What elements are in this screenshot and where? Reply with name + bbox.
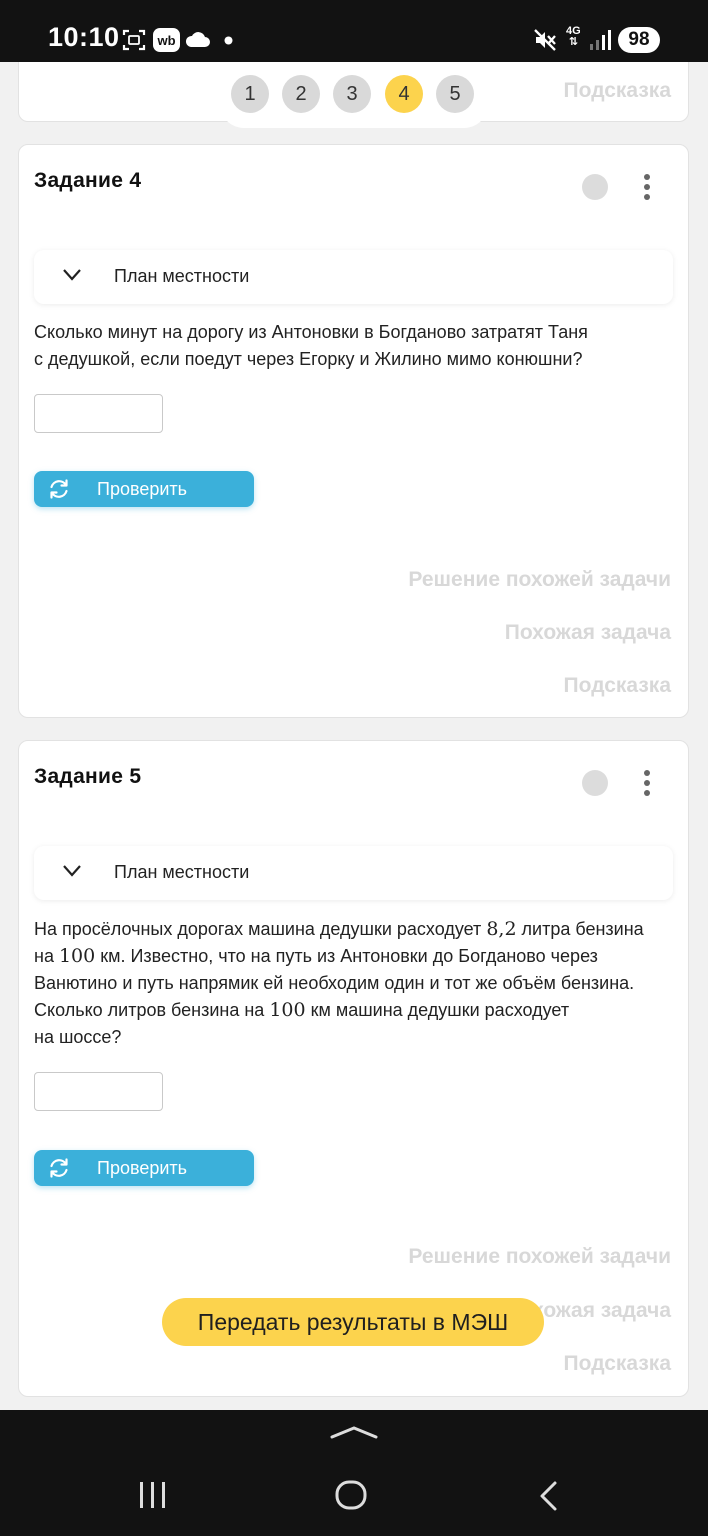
status-time: 10:10 [48, 22, 120, 52]
answer-input[interactable] [34, 394, 163, 433]
page-button-4[interactable]: 4 [385, 75, 423, 113]
refresh-icon [50, 479, 68, 499]
wb-app-icon: wb [153, 28, 180, 52]
svg-text:wb: wb [156, 33, 175, 48]
check-button-label: Проверить [97, 1158, 188, 1178]
dot-icon [224, 36, 233, 45]
back-icon[interactable] [538, 1480, 560, 1512]
cloud-icon [185, 32, 210, 47]
more-options-icon[interactable] [637, 768, 657, 798]
hint-link[interactable]: Подсказка [564, 1352, 671, 1376]
question-line: на 100 км. Известно, что на путь из Анто… [34, 943, 674, 970]
chevron-up-icon[interactable] [329, 1424, 379, 1440]
chevron-down-icon [63, 269, 81, 281]
question-number: 100 [269, 999, 306, 1021]
page-button-3[interactable]: 3 [333, 75, 371, 113]
mute-icon [534, 29, 556, 51]
hint-link[interactable]: Подсказка [564, 79, 671, 103]
home-icon[interactable] [334, 1479, 368, 1511]
signal-icon [590, 30, 611, 50]
system-nav-bar [0, 1410, 708, 1536]
question-line: Ванютино и путь напрямик ей необходим од… [34, 973, 635, 993]
screenshot-icon [122, 29, 146, 51]
more-options-icon[interactable] [637, 172, 657, 202]
task-status-indicator [582, 174, 608, 200]
check-button[interactable]: Проверить [34, 471, 254, 507]
question-line: На просёлочных дорогах машина дедушки ра… [34, 916, 674, 943]
accordion-label: План местности [114, 862, 250, 882]
task-title: Задание 5 [34, 765, 142, 788]
content-area: Подсказка 1 2 3 4 5 Задание 4 План местн… [0, 62, 708, 1410]
question-text: Сколько литров бензина на [34, 1000, 270, 1020]
question-text: литра бензина [516, 919, 644, 939]
question-line: с дедушкой, если поедут через Егорку и Ж… [34, 349, 583, 369]
question-text: на [34, 946, 59, 966]
page-button-5[interactable]: 5 [436, 75, 474, 113]
question-text: На просёлочных дорогах машина дедушки ра… [34, 919, 487, 939]
network-4g-icon: 4G ⇅ [566, 26, 581, 48]
answer-input[interactable] [34, 1072, 163, 1111]
terrain-plan-accordion[interactable]: План местности [34, 250, 673, 304]
hint-link[interactable]: Подсказка [564, 674, 671, 698]
question-text: км. Известно, что на путь из Антоновки д… [95, 946, 598, 966]
check-button-label: Проверить [97, 479, 188, 499]
question-text: км машина дедушки расходует [305, 1000, 570, 1020]
task-status-indicator [582, 770, 608, 796]
task-title: Задание 4 [34, 169, 142, 192]
similar-task-link[interactable]: Похожая задача [505, 621, 671, 645]
page-button-2[interactable]: 2 [282, 75, 320, 113]
battery-indicator: 98 [618, 27, 660, 53]
task-pager: 1 2 3 4 5 [220, 62, 488, 128]
network-arrows: ⇅ [568, 36, 578, 48]
question-line: Сколько литров бензина на 100 км машина … [34, 997, 674, 1024]
terrain-plan-accordion[interactable]: План местности [34, 846, 673, 900]
chevron-down-icon [63, 865, 81, 877]
similar-solution-link[interactable]: Решение похожей задачи [408, 1245, 671, 1269]
submit-results-button[interactable]: Передать результаты в МЭШ [162, 1298, 544, 1346]
task-question: На просёлочных дорогах машина дедушки ра… [34, 916, 674, 1051]
question-line: Сколько минут на дорогу из Антоновки в Б… [34, 322, 588, 342]
check-button[interactable]: Проверить [34, 1150, 254, 1186]
refresh-icon [50, 1158, 68, 1178]
question-number: 8,2 [486, 918, 517, 940]
status-bar: 10:10 wb 4G ⇅ 98 [0, 0, 708, 62]
question-line: на шоссе? [34, 1027, 122, 1047]
task-card-4: Задание 4 План местности Сколько минут н… [18, 144, 689, 718]
question-number: 100 [58, 945, 96, 967]
recent-apps-icon[interactable] [138, 1481, 168, 1509]
task-question: Сколько минут на дорогу из Антоновки в Б… [34, 319, 674, 373]
accordion-label: План местности [114, 266, 250, 286]
similar-solution-link[interactable]: Решение похожей задачи [408, 568, 671, 592]
page-button-1[interactable]: 1 [231, 75, 269, 113]
